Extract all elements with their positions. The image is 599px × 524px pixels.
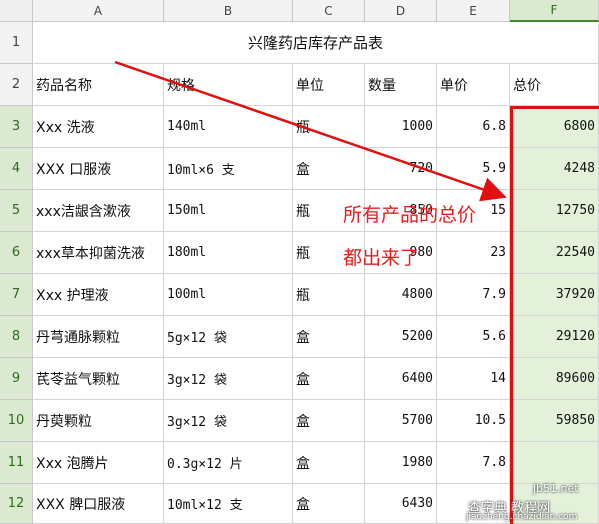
column-header-b[interactable]: B (164, 0, 293, 22)
cell-col-d-row8[interactable]: 5200 (365, 316, 437, 358)
cell-col-e-row10[interactable]: 10.5 (437, 400, 510, 442)
header-cell-col-d[interactable]: 数量 (365, 64, 437, 106)
cell-col-e-row9[interactable]: 14 (437, 358, 510, 400)
cell-col-e-row7[interactable]: 7.9 (437, 274, 510, 316)
row-header-1[interactable]: 1 (0, 22, 33, 64)
cell-col-e-row3[interactable]: 6.8 (437, 106, 510, 148)
row-header-9[interactable]: 9 (0, 358, 33, 400)
watermark-url: jiaocheng.chazidian.com (466, 512, 578, 522)
cell-col-b-row5[interactable]: 150ml (164, 190, 293, 232)
cell-col-c-row3[interactable]: 瓶 (293, 106, 365, 148)
cell-col-e-row11[interactable]: 7.8 (437, 442, 510, 484)
row-header-2[interactable]: 2 (0, 64, 33, 106)
row-header-7[interactable]: 7 (0, 274, 33, 316)
cell-col-b-row6[interactable]: 180ml (164, 232, 293, 274)
cell-col-c-row8[interactable]: 盒 (293, 316, 365, 358)
row-header-11[interactable]: 11 (0, 442, 33, 484)
cell-col-c-row4[interactable]: 盒 (293, 148, 365, 190)
cell-col-b-row3[interactable]: 140ml (164, 106, 293, 148)
cell-col-c-row11[interactable]: 盒 (293, 442, 365, 484)
cell-col-d-row7[interactable]: 4800 (365, 274, 437, 316)
cell-col-b-row9[interactable]: 3g×12 袋 (164, 358, 293, 400)
cell-col-d-row11[interactable]: 1980 (365, 442, 437, 484)
cell-col-d-row3[interactable]: 1000 (365, 106, 437, 148)
highlight-box (510, 106, 599, 524)
cell-col-b-row10[interactable]: 3g×12 袋 (164, 400, 293, 442)
cell-col-b-row8[interactable]: 5g×12 袋 (164, 316, 293, 358)
row-header-12[interactable]: 12 (0, 484, 33, 524)
row-header-10[interactable]: 10 (0, 400, 33, 442)
cell-col-b-row12[interactable]: 10ml×12 支 (164, 484, 293, 524)
annotation-line-2: 都出来了 (343, 247, 420, 269)
cell-col-a-row7[interactable]: Xxx 护理液 (33, 274, 164, 316)
row-header-4[interactable]: 4 (0, 148, 33, 190)
column-header-d[interactable]: D (365, 0, 437, 22)
cell-col-a-row6[interactable]: xxx草本抑菌洗液 (33, 232, 164, 274)
cell-col-e-row8[interactable]: 5.6 (437, 316, 510, 358)
cell-col-a-row9[interactable]: 芪苓益气颗粒 (33, 358, 164, 400)
cell-col-a-row3[interactable]: Xxx 洗液 (33, 106, 164, 148)
header-cell-col-f[interactable]: 总价 (510, 64, 599, 106)
cell-col-d-row9[interactable]: 6400 (365, 358, 437, 400)
header-cell-col-c[interactable]: 单位 (293, 64, 365, 106)
row-header-3[interactable]: 3 (0, 106, 33, 148)
column-header-a[interactable]: A (33, 0, 164, 22)
cell-col-a-row5[interactable]: xxx洁龈含漱液 (33, 190, 164, 232)
cell-col-d-row4[interactable]: 720 (365, 148, 437, 190)
column-header-c[interactable]: C (293, 0, 365, 22)
cell-col-e-row4[interactable]: 5.9 (437, 148, 510, 190)
row-header-5[interactable]: 5 (0, 190, 33, 232)
cell-col-d-row12[interactable]: 6430 (365, 484, 437, 524)
cell-col-b-row7[interactable]: 100ml (164, 274, 293, 316)
column-header-f[interactable]: F (510, 0, 599, 22)
cell-col-c-row12[interactable]: 盒 (293, 484, 365, 524)
cell-col-a-row12[interactable]: XXX 脾口服液 (33, 484, 164, 524)
row-header-6[interactable]: 6 (0, 232, 33, 274)
cell-col-e-row6[interactable]: 23 (437, 232, 510, 274)
cell-col-d-row10[interactable]: 5700 (365, 400, 437, 442)
cell-col-c-row10[interactable]: 盒 (293, 400, 365, 442)
cell-col-c-row7[interactable]: 瓶 (293, 274, 365, 316)
sheet-title[interactable]: 兴隆药店库存产品表 (33, 22, 599, 64)
watermark-site: jb51.net (533, 482, 579, 495)
cell-col-a-row10[interactable]: 丹萸颗粒 (33, 400, 164, 442)
cell-col-c-row9[interactable]: 盒 (293, 358, 365, 400)
cell-col-a-row4[interactable]: XXX 口服液 (33, 148, 164, 190)
row-header-8[interactable]: 8 (0, 316, 33, 358)
cell-col-a-row8[interactable]: 丹芎通脉颗粒 (33, 316, 164, 358)
column-header-e[interactable]: E (437, 0, 510, 22)
cell-col-b-row4[interactable]: 10ml×6 支 (164, 148, 293, 190)
cell-col-b-row11[interactable]: 0.3g×12 片 (164, 442, 293, 484)
header-cell-col-a[interactable]: 药品名称 (33, 64, 164, 106)
header-cell-col-e[interactable]: 单价 (437, 64, 510, 106)
select-all-corner[interactable] (0, 0, 33, 22)
header-cell-col-b[interactable]: 规格 (164, 64, 293, 106)
annotation-line-1: 所有产品的总价 (343, 204, 477, 226)
cell-col-a-row11[interactable]: Xxx 泡腾片 (33, 442, 164, 484)
